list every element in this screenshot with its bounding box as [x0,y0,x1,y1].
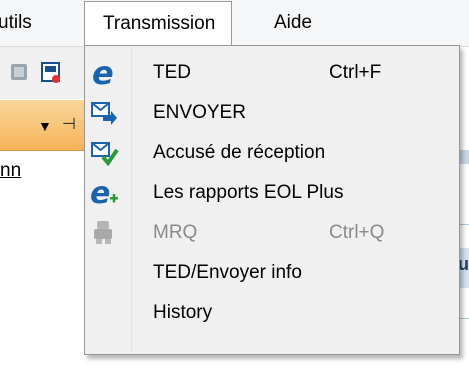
svg-text:e: e [92,58,114,88]
toolbar-document-icon[interactable] [40,60,62,84]
menu-item-history[interactable]: History [85,293,459,333]
background-link[interactable]: nn [0,160,21,182]
menu-bar: utils Transmission Aide [0,0,469,47]
menu-transmission[interactable]: Transmission [84,1,233,46]
pin-icon[interactable]: ⊣ [62,114,76,134]
menu-outils[interactable]: utils [0,0,40,46]
menu-item-ted[interactable]: e TED Ctrl+F [85,53,459,93]
panel-header: ▼ ⊣ [0,100,84,151]
dropdown-arrow-icon[interactable]: ▼ [38,118,52,134]
menu-aide[interactable]: Aide [262,0,324,46]
reports-e-plus-icon: e [90,178,118,208]
menu-item-mrq[interactable]: MRQ Ctrl+Q [85,213,459,253]
menu-item-label: TED/Envoyer info [153,262,302,283]
send-envelope-icon [91,102,117,125]
receipt-envelope-check-icon [91,142,119,167]
menu-item-ted-envoyer-info[interactable]: TED/Envoyer info [85,253,459,293]
background-fragment [460,150,469,164]
menu-item-envoyer[interactable]: ENVOYER [85,93,459,133]
menu-item-label: ENVOYER [153,102,246,123]
background-divider [460,318,469,319]
menu-item-label: History [153,302,213,323]
menu-item-rapports-eol[interactable]: e Les rapports EOL Plus [85,173,459,213]
menu-item-label: Accusé de réception [153,142,326,163]
menu-item-label: TED [153,62,191,83]
menu-item-accuse-reception[interactable]: Accusé de réception [85,133,459,173]
transmission-dropdown: e TED Ctrl+F ENVOYER Accusé de réception… [84,45,460,355]
menu-item-label: Les rapports EOL Plus [153,182,344,203]
mrq-icon [94,221,112,244]
menu-item-shortcut: Ctrl+F [329,62,382,83]
menu-item-label: MRQ [153,222,198,243]
ted-e-icon: e [92,58,114,88]
toolbar-tool-icon[interactable] [8,60,30,84]
svg-text:e: e [90,178,110,208]
background-divider [460,224,469,225]
menu-item-shortcut: Ctrl+Q [329,222,385,243]
background-fragment: u [458,248,469,288]
